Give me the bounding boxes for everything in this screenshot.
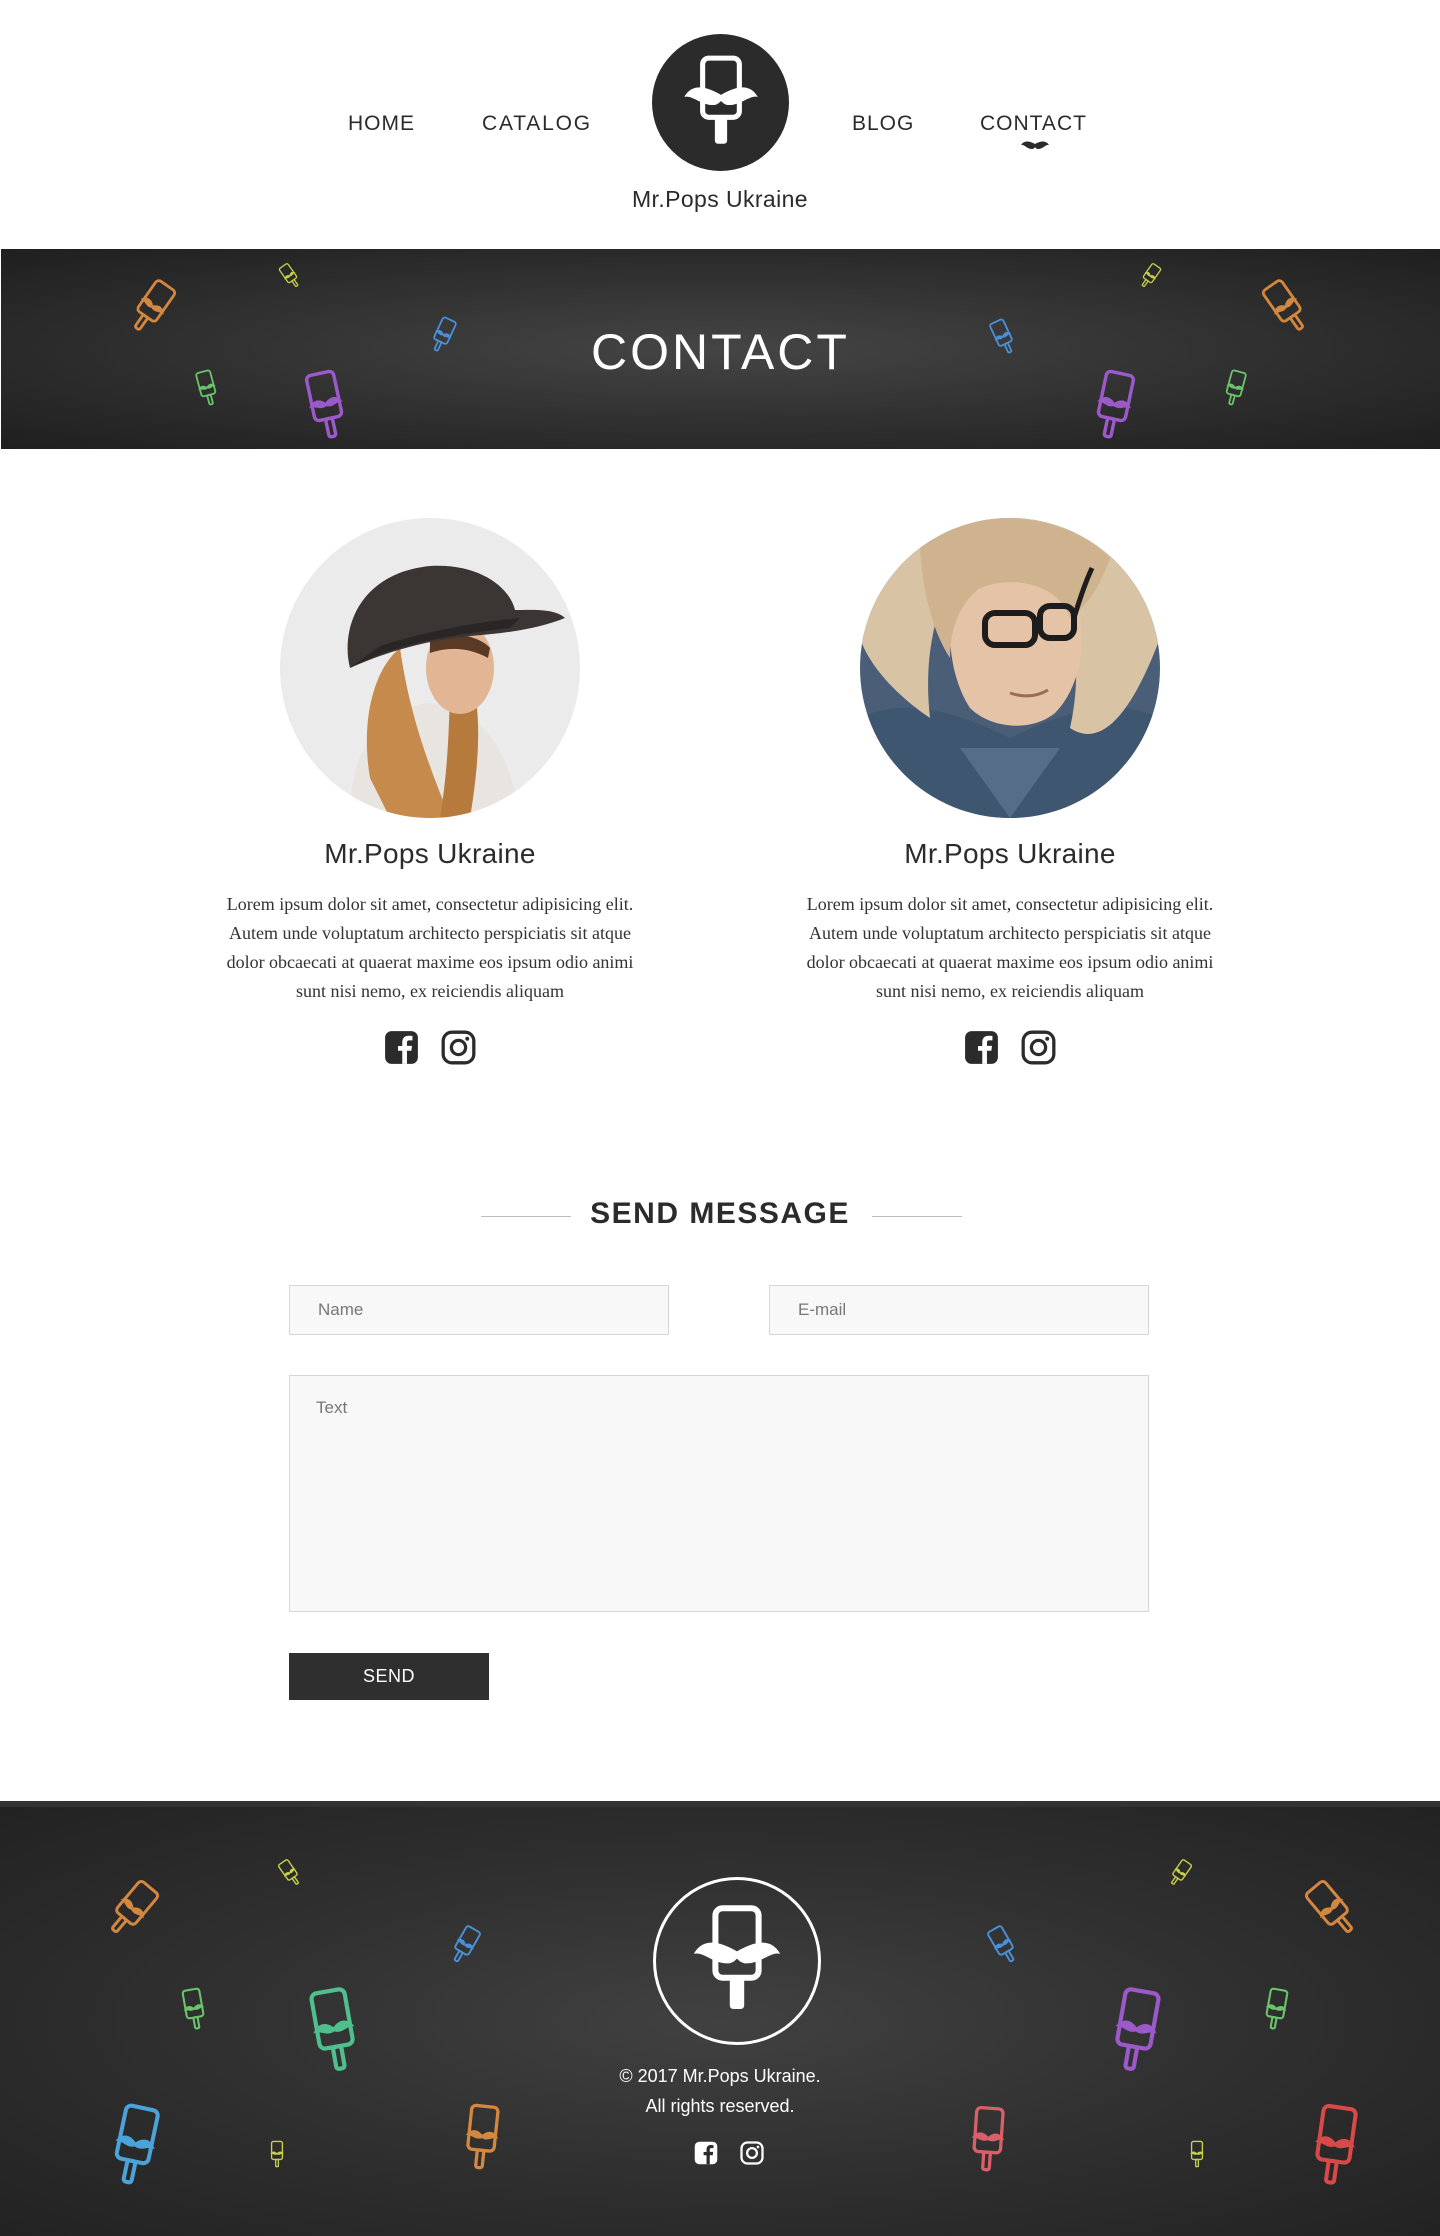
nav-blog-link[interactable]: BLOG xyxy=(852,112,914,136)
team-member-card: Mr.Pops Ukraine Lorem ipsum dolor sit am… xyxy=(790,518,1230,1065)
site-header: HOME CATALOG BLOG CONTACT Mr.Pops Ukrain… xyxy=(0,0,1440,248)
brand-name: Mr.Pops Ukraine xyxy=(631,186,808,212)
facebook-icon[interactable] xyxy=(694,2141,718,2165)
member-bio: Lorem ipsum dolor sit amet, consectetur … xyxy=(226,894,634,1001)
section-divider xyxy=(872,1216,962,1217)
nav-catalog-link[interactable]: CATALOG xyxy=(482,112,592,136)
avatar-photo-man-glasses xyxy=(860,518,1160,818)
popsicle-decoration-icon xyxy=(1188,2139,1206,2169)
facebook-icon[interactable] xyxy=(384,1030,419,1065)
site-footer: © 2017 Mr.Pops Ukraine. All rights reser… xyxy=(0,1801,1440,2236)
footer-social-links xyxy=(0,2141,1440,2165)
copyright-line: © 2017 Mr.Pops Ukraine. xyxy=(619,2066,821,2086)
member-bio: Lorem ipsum dolor sit amet, consectetur … xyxy=(806,894,1214,1001)
popsicle-decoration-icon xyxy=(1135,260,1165,292)
popsicle-decoration-icon xyxy=(444,1921,487,1969)
instagram-icon[interactable] xyxy=(441,1030,476,1065)
email-field[interactable] xyxy=(769,1285,1149,1335)
page-title: CONTACT xyxy=(591,324,850,380)
popsicle-decoration-icon xyxy=(1297,1873,1366,1945)
avatar xyxy=(280,518,580,818)
message-text-field[interactable] xyxy=(289,1375,1149,1612)
member-social-links xyxy=(790,1030,1230,1065)
member-name: Mr.Pops Ukraine xyxy=(904,838,1116,869)
brand-logo[interactable] xyxy=(652,34,789,171)
popsicle-decoration-icon xyxy=(176,1985,211,2033)
name-field[interactable] xyxy=(289,1285,669,1335)
avatar xyxy=(860,518,1160,818)
popsicle-decoration-icon xyxy=(1258,1985,1293,2033)
send-message-title: SEND MESSAGE xyxy=(590,1197,850,1230)
popsicle-mustache-logo-icon xyxy=(680,52,762,154)
popsicle-decoration-icon xyxy=(982,1921,1025,1969)
instagram-icon[interactable] xyxy=(740,2141,764,2165)
page-hero-banner: CONTACT xyxy=(1,249,1440,449)
nav-contact-link[interactable]: CONTACT xyxy=(980,112,1087,136)
popsicle-decoration-icon xyxy=(274,1856,306,1890)
facebook-icon[interactable] xyxy=(964,1030,999,1065)
popsicle-decoration-icon xyxy=(275,260,305,292)
team-member-card: Mr.Pops Ukraine Lorem ipsum dolor sit am… xyxy=(210,518,650,1065)
member-social-links xyxy=(210,1030,650,1065)
popsicle-decoration-icon xyxy=(97,1873,166,1945)
footer-brand-logo[interactable] xyxy=(653,1877,821,2045)
popsicle-decoration-icon xyxy=(964,2104,1013,2175)
nav-home-link[interactable]: HOME xyxy=(348,112,415,136)
popsicle-decoration-icon xyxy=(1164,1856,1196,1890)
instagram-icon[interactable] xyxy=(1021,1030,1056,1065)
avatar-photo-woman-hat xyxy=(280,518,580,818)
send-button[interactable]: SEND xyxy=(289,1653,489,1700)
copyright-text: © 2017 Mr.Pops Ukraine. All rights reser… xyxy=(0,2061,1440,2121)
popsicle-mustache-logo-icon xyxy=(689,1901,785,2021)
active-mustache-indicator-icon xyxy=(1021,141,1049,149)
member-name: Mr.Pops Ukraine xyxy=(324,838,536,869)
copyright-line: All rights reserved. xyxy=(645,2096,795,2116)
popsicle-decoration-icon xyxy=(1302,2100,1367,2191)
